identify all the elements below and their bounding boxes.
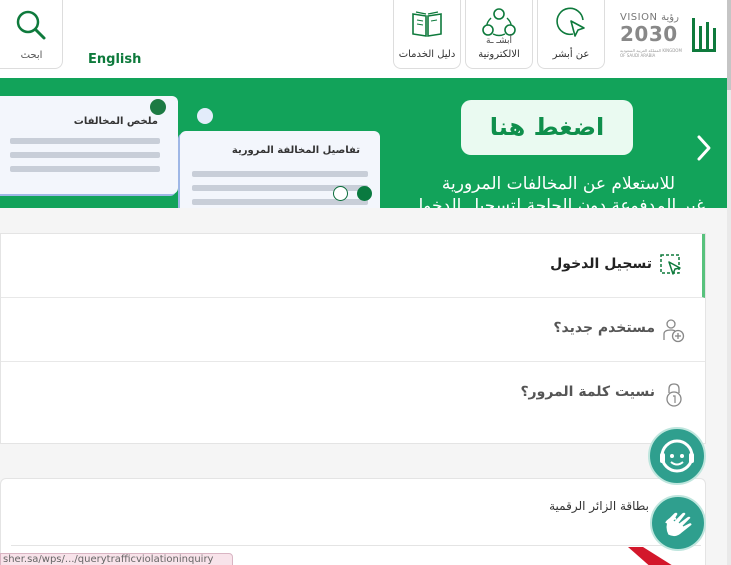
status-bar-url: sher.sa/wps/.../querytrafficviolationinq… bbox=[0, 553, 233, 565]
new-user-label: مستخدم جديد؟ bbox=[553, 320, 655, 336]
sign-in-label: تسجيل الدخول bbox=[550, 256, 652, 272]
eservices-partial-label: أبشـ ـة bbox=[486, 36, 512, 46]
banner-text-line2: غير المدفوعة دون الحاجة لتسجيل الدخول bbox=[410, 196, 705, 208]
check-icon bbox=[150, 99, 166, 115]
user-add-icon bbox=[663, 319, 685, 343]
chat-support-button[interactable] bbox=[648, 427, 706, 485]
search-label: ابحث bbox=[20, 50, 43, 61]
card-b-title: تفاصيل المخالفة المرورية bbox=[231, 145, 360, 156]
violation-details-card: تفاصيل المخالفة المرورية bbox=[180, 131, 380, 208]
network-icon bbox=[482, 8, 516, 37]
carousel-dot[interactable] bbox=[333, 186, 348, 201]
violations-summary-card: ملخص المخالفات bbox=[0, 96, 178, 194]
digital-visitor-card-title: بطاقة الزائر الرقمية bbox=[549, 499, 649, 513]
sign-in-item[interactable]: تسجيل الدخول bbox=[1, 234, 705, 298]
search-icon bbox=[16, 10, 46, 40]
eservices-button[interactable]: أبشـ ـة الالكترونية bbox=[465, 0, 533, 69]
new-user-item[interactable]: مستخدم جديد؟ bbox=[1, 298, 705, 362]
card-b-row bbox=[192, 171, 368, 177]
services-guide-label: دليل الخدمات bbox=[398, 49, 456, 60]
sign-language-icon bbox=[665, 511, 693, 538]
absher-logo-icon bbox=[692, 18, 716, 52]
digital-visitor-card-panel[interactable]: بطاقة الزائر الرقمية bbox=[0, 478, 706, 565]
card-a-title: ملخص المخالفات bbox=[73, 116, 158, 127]
absher-logo[interactable] bbox=[690, 14, 720, 56]
banner-text-line1: للاستعلام عن المخالفات المرورية bbox=[441, 174, 675, 194]
vision-logo-line3: المملكة العربية السعودية KINGDOM OF SAUD… bbox=[620, 48, 682, 58]
click-here-button[interactable]: اضغط هنا bbox=[461, 100, 633, 155]
traffic-violations-banner[interactable]: ملخص المخالفات تفاصيل المخالفة المرورية … bbox=[0, 78, 727, 208]
top-header: ابحث English دليل الخدمات أبشـ ـة الالكت… bbox=[0, 0, 731, 78]
forgot-password-item[interactable]: نسيت كلمة المرور؟ bbox=[1, 362, 705, 426]
scrollbar-thumb[interactable] bbox=[727, 0, 731, 90]
vision-2030-logo: VISION رؤية 2030 المملكة العربية السعودي… bbox=[620, 12, 682, 58]
about-absher-label: عن أبشر bbox=[552, 49, 590, 60]
lock-icon bbox=[666, 383, 682, 407]
card-a-row bbox=[10, 152, 160, 158]
chevron-right-icon[interactable] bbox=[694, 133, 714, 163]
carousel-dot-active[interactable] bbox=[357, 186, 372, 201]
vision-logo-line2: 2030 bbox=[620, 22, 678, 46]
book-icon bbox=[412, 11, 442, 37]
sign-language-button[interactable] bbox=[650, 495, 706, 551]
card-a-row bbox=[10, 166, 160, 172]
card-a-row bbox=[10, 138, 160, 144]
cursor-select-icon bbox=[660, 254, 681, 275]
about-absher-button[interactable]: عن أبشر bbox=[537, 0, 605, 69]
chatbot-icon bbox=[660, 439, 694, 473]
login-options-panel: تسجيل الدخول مستخدم جديد؟ نسيت كلمة المر… bbox=[0, 233, 706, 444]
check-badge-icon bbox=[197, 108, 213, 124]
cursor-circle-icon bbox=[556, 7, 585, 37]
forgot-password-label: نسيت كلمة المرور؟ bbox=[520, 384, 655, 400]
search-button[interactable]: ابحث bbox=[0, 0, 63, 69]
language-link[interactable]: English bbox=[88, 52, 141, 67]
services-guide-button[interactable]: دليل الخدمات bbox=[393, 0, 461, 69]
eservices-label: الالكترونية bbox=[478, 49, 520, 60]
